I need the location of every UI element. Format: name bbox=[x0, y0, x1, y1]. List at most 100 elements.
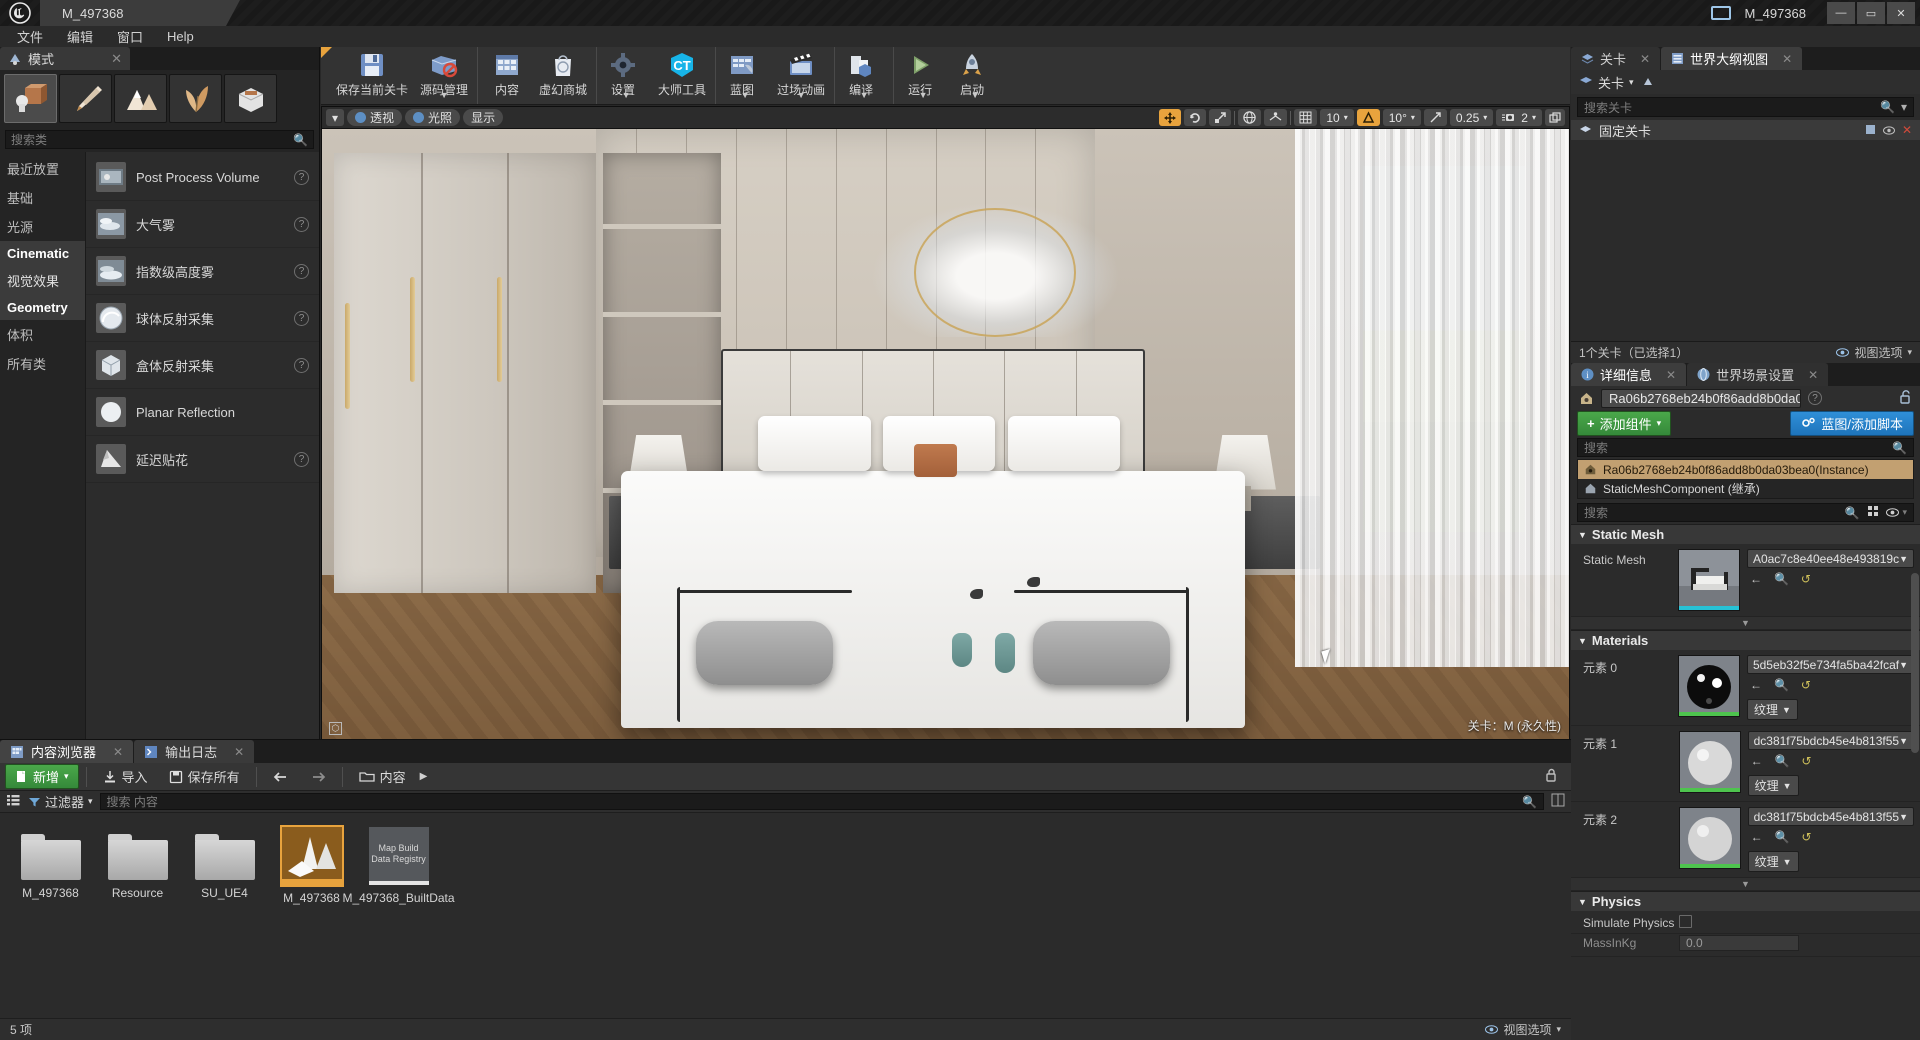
place-item-exponential-height-fog[interactable]: 指数级高度雾 ? bbox=[86, 248, 319, 295]
asset-item[interactable]: Resource bbox=[101, 827, 174, 905]
texture-button[interactable]: 纹理 ▼ bbox=[1747, 851, 1799, 872]
static-mesh-expander[interactable]: ▼ bbox=[1571, 617, 1920, 630]
close-icon[interactable]: ✕ bbox=[234, 745, 244, 759]
tab-levels[interactable]: 关卡 ✕ bbox=[1571, 47, 1661, 70]
outliner-search-input[interactable]: 搜索关卡 🔍 ▾ bbox=[1577, 97, 1914, 117]
surface-snap-button[interactable] bbox=[1264, 109, 1288, 126]
outliner-row-persistent-level[interactable]: 固定关卡 ✕ bbox=[1571, 120, 1920, 140]
nav-forward-button[interactable] bbox=[301, 767, 335, 787]
grid-snap-value[interactable]: 10 ▾ bbox=[1320, 109, 1354, 126]
world-coords-button[interactable] bbox=[1238, 109, 1262, 126]
help-icon[interactable]: ? bbox=[1808, 391, 1822, 405]
section-header-materials[interactable]: ▼ Materials bbox=[1571, 630, 1920, 650]
reset-icon[interactable]: ↺ bbox=[1802, 754, 1812, 768]
chevron-down-icon[interactable]: ▼ bbox=[794, 90, 809, 100]
asset-item[interactable]: M_497368 bbox=[14, 827, 87, 905]
camera-speed-control[interactable]: 2 ▾ bbox=[1496, 109, 1542, 126]
add-new-button[interactable]: 新增 ▾ bbox=[5, 764, 79, 789]
scale-snap-value[interactable]: 0.25 ▾ bbox=[1449, 109, 1494, 126]
place-item-sphere-reflection-capture[interactable]: 球体反射采集 ? bbox=[86, 295, 319, 342]
scale-snap-toggle[interactable] bbox=[1423, 109, 1447, 126]
help-icon[interactable]: ? bbox=[294, 263, 309, 279]
reset-icon[interactable]: ↺ bbox=[1801, 572, 1811, 586]
transform-gizmo-scale[interactable] bbox=[1209, 109, 1232, 126]
chevron-down-icon[interactable]: ▼ bbox=[968, 90, 983, 100]
mode-button-foliage[interactable] bbox=[169, 74, 222, 123]
level-viewport[interactable]: ▾ 透视 光照 显示 10 ▾ 10° ▾ 0.25 ▾ 2 ▾ ⬡ 关卡：M … bbox=[321, 106, 1570, 740]
chevron-down-icon[interactable]: ▼ bbox=[738, 90, 753, 100]
close-icon[interactable]: ✕ bbox=[1640, 52, 1650, 66]
viewport-options-button[interactable]: ▾ bbox=[326, 109, 345, 126]
viewport-show-button[interactable]: 显示 bbox=[463, 109, 504, 126]
asset-value-field[interactable]: A0ac7c8e40ee48e493819c ▼ bbox=[1746, 549, 1914, 568]
category-cinematic[interactable]: Cinematic bbox=[0, 241, 85, 266]
simulate-physics-checkbox[interactable] bbox=[1679, 915, 1692, 928]
close-icon[interactable]: ✕ bbox=[1666, 368, 1676, 382]
browse-icon[interactable]: 🔍 bbox=[1775, 830, 1790, 844]
chevron-right-icon[interactable]: ▶ bbox=[418, 771, 428, 782]
component-row-instance[interactable]: Ra06b2768eb24b0f86add8b0da03bea0(Instanc… bbox=[1578, 460, 1913, 479]
maximize-button[interactable]: ▭ bbox=[1857, 2, 1885, 24]
content-search-input[interactable]: 搜索 内容 🔍 bbox=[99, 793, 1544, 810]
tab-details[interactable]: i 详细信息 ✕ bbox=[1571, 363, 1687, 386]
minimize-button[interactable]: — bbox=[1827, 2, 1855, 24]
texture-button[interactable]: 纹理 ▼ bbox=[1747, 775, 1799, 796]
toolbar-play[interactable]: 运行 ▼ bbox=[897, 47, 949, 104]
category-basic[interactable]: 基础 bbox=[0, 183, 85, 212]
modes-search-row[interactable]: 搜索类 🔍 bbox=[5, 130, 314, 149]
category-recent[interactable]: 最近放置 bbox=[0, 154, 85, 183]
toolbar-build[interactable]: 编译 ▼ bbox=[838, 47, 890, 104]
view-options-icon[interactable] bbox=[6, 793, 21, 810]
close-icon[interactable]: ✕ bbox=[113, 745, 123, 759]
window-tab[interactable]: M_497368 bbox=[40, 0, 240, 26]
viewport-lit-button[interactable]: 光照 bbox=[405, 109, 461, 126]
viewport-perspective-button[interactable]: 透视 bbox=[347, 109, 403, 126]
outliner-row-save-icon[interactable] bbox=[1865, 123, 1876, 138]
reset-icon[interactable]: ↺ bbox=[1801, 678, 1811, 692]
chevron-down-icon[interactable]: ▼ bbox=[619, 90, 634, 100]
maximize-viewport-button[interactable] bbox=[1545, 109, 1565, 126]
outliner-filter-icon[interactable] bbox=[1642, 74, 1656, 91]
asset-item[interactable]: Map Build Data Registry M_497368_BuiltDa… bbox=[342, 827, 455, 905]
filters-button[interactable]: 过滤器 ▾ bbox=[28, 792, 93, 811]
materials-expander[interactable]: ▼ bbox=[1571, 878, 1920, 891]
component-search-input[interactable]: 搜索 🔍 bbox=[1577, 438, 1914, 457]
toolbar-cinematics[interactable]: 过场动画 ▼ bbox=[771, 47, 831, 104]
rotation-snap-value[interactable]: 10° ▾ bbox=[1382, 109, 1421, 126]
category-lights[interactable]: 光源 bbox=[0, 212, 85, 241]
place-item-deferred-decal[interactable]: 延迟贴花 ? bbox=[86, 436, 319, 483]
section-header-physics[interactable]: ▼ Physics bbox=[1571, 891, 1920, 911]
reset-icon[interactable]: ↺ bbox=[1802, 830, 1812, 844]
browse-icon[interactable]: 🔍 bbox=[1775, 754, 1790, 768]
toolbar-marketplace[interactable]: 虚幻商城 bbox=[533, 47, 593, 104]
asset-item[interactable]: M_497368 bbox=[275, 825, 348, 905]
unlock-icon[interactable] bbox=[1899, 389, 1912, 407]
close-icon[interactable]: ✕ bbox=[1782, 52, 1792, 66]
back-arrow-icon[interactable]: ← bbox=[1751, 754, 1763, 768]
tab-world-settings[interactable]: 世界场景设置 ✕ bbox=[1687, 363, 1829, 386]
blueprint-add-script-button[interactable]: 蓝图/添加脚本 bbox=[1790, 410, 1914, 436]
menu-window[interactable]: 窗口 bbox=[106, 25, 154, 48]
transform-gizmo-translate[interactable] bbox=[1159, 109, 1182, 126]
bed-thumb[interactable] bbox=[1677, 549, 1740, 611]
component-row-static-mesh[interactable]: StaticMeshComponent (继承) bbox=[1578, 479, 1913, 498]
help-icon[interactable]: ? bbox=[294, 169, 309, 185]
tab-modes[interactable]: 模式 ✕ bbox=[0, 47, 130, 70]
back-arrow-icon[interactable]: ← bbox=[1751, 830, 1763, 844]
grid-snap-toggle[interactable] bbox=[1294, 109, 1318, 126]
help-icon[interactable]: ? bbox=[294, 216, 309, 232]
toolbar-blueprints[interactable]: 蓝图 ▼ bbox=[719, 47, 771, 104]
mass-value[interactable]: 0.0 bbox=[1679, 935, 1799, 951]
details-actor-name[interactable]: Ra06b2768eb24b0f86add8b0da03 bbox=[1601, 388, 1801, 408]
chevron-down-icon[interactable]: ▼ bbox=[857, 90, 872, 100]
help-icon[interactable]: ? bbox=[294, 451, 309, 467]
help-icon[interactable]: ? bbox=[294, 357, 309, 373]
tab-content-browser[interactable]: 内容浏览器 ✕ bbox=[0, 740, 134, 763]
property-view-options[interactable]: ▾ bbox=[1886, 507, 1907, 518]
place-item-post-process-volume[interactable]: Post Process Volume ? bbox=[86, 154, 319, 201]
modes-search-input[interactable]: 搜索类 bbox=[11, 131, 47, 148]
place-item-planar-reflection[interactable]: Planar Reflection bbox=[86, 389, 319, 436]
content-browser-settings-icon[interactable] bbox=[1551, 793, 1565, 810]
outliner-row-visibility-icon[interactable] bbox=[1882, 123, 1895, 138]
mode-button-paint[interactable] bbox=[59, 74, 112, 123]
